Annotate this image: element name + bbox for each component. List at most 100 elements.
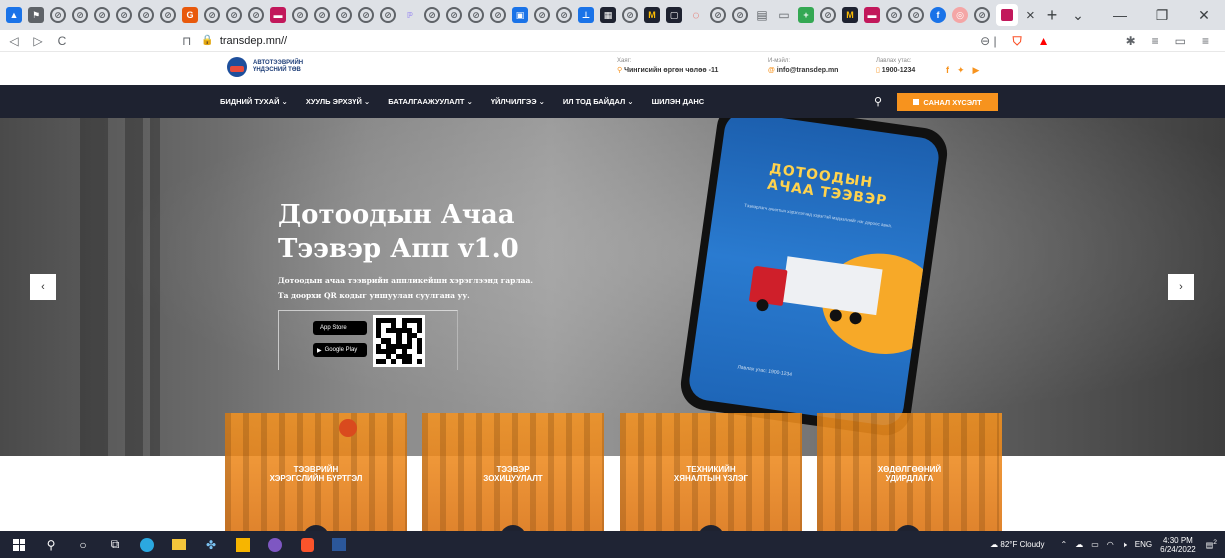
chrome-icon[interactable] [262,531,288,558]
tab-favicon[interactable]: + [798,7,814,23]
reload-icon[interactable]: C [52,34,72,48]
wallet-icon[interactable]: ▭ [1175,34,1186,48]
tab-favicon[interactable]: ⊘ [490,7,506,23]
language-indicator[interactable]: ENG [1135,540,1152,549]
tab-favicon[interactable]: ⊘ [380,7,396,23]
facebook-icon[interactable]: f [946,65,949,76]
tab-favicon[interactable]: ⊘ [908,7,924,23]
tab-favicon[interactable]: ⊘ [226,7,242,23]
file-explorer-icon[interactable] [166,531,192,558]
tab-favicon[interactable]: ⊘ [974,7,990,23]
twitter-icon[interactable]: ✦ [957,65,965,76]
tab-favicon[interactable]: ⊘ [160,7,176,23]
tab-favicon[interactable]: ⊘ [710,7,726,23]
tab-favicon[interactable]: M [644,7,660,23]
search-icon[interactable]: ⚲ [874,95,882,108]
feedback-button[interactable]: САНАЛ ХҮСЭЛТ [897,93,998,111]
tab-favicon[interactable]: ⊘ [204,7,220,23]
bookmark-icon[interactable]: ⊓ [182,34,191,48]
service-card-coordination[interactable]: ТЭЭВЭР ЗОХИЦУУЛАЛТ [422,413,604,531]
slider-prev-button[interactable]: ‹ [30,274,56,300]
tab-favicon[interactable]: M [842,7,858,23]
tab-favicon[interactable]: ⊘ [622,7,638,23]
teams-icon[interactable]: ✤ [198,531,224,558]
edge-icon[interactable] [134,531,160,558]
new-tab-button[interactable]: + [1047,5,1058,26]
close-tab-icon[interactable]: × [1026,7,1035,24]
close-window-icon[interactable]: ✕ [1183,7,1225,24]
extensions-icon[interactable]: ✱ [1126,34,1136,48]
brave-shields-icon[interactable]: ⛉ [1013,34,1022,49]
app-store-button[interactable]: App Store [313,321,367,335]
tab-search-icon[interactable]: ⌄ [1057,7,1099,24]
battery-icon[interactable]: ▭ [1091,540,1099,549]
tab-favicon[interactable]: ▬ [864,7,880,23]
tab-favicon[interactable]: ⊘ [292,7,308,23]
tab-favicon[interactable]: ⊘ [534,7,550,23]
tab-favicon[interactable]: G [182,7,198,23]
address-bar[interactable]: transdep.mn// [220,35,287,47]
tab-favicon[interactable]: ⊘ [116,7,132,23]
google-play-button[interactable]: ▶ Google Play [313,343,367,357]
nav-about[interactable]: БИДНИЙ ТУХАЙ ⌄ [220,97,288,106]
tab-favicon[interactable]: ⊘ [358,7,374,23]
tab-favicon[interactable]: ⊘ [468,7,484,23]
volume-icon[interactable]: 🕨 [1122,540,1127,550]
nav-services[interactable]: ҮЙЛЧИЛГЭЭ ⌄ [491,97,545,106]
tab-favicon[interactable]: ⊘ [732,7,748,23]
clock[interactable]: 4:30 PM 6/24/2022 [1160,536,1196,554]
tab-favicon[interactable]: ⊘ [314,7,330,23]
tab-favicon[interactable]: ▤ [754,7,770,23]
brave-rewards-icon[interactable]: ▲ [1038,34,1050,48]
tab-favicon[interactable]: ⊥ [578,7,594,23]
active-tab-favicon[interactable] [996,4,1018,26]
tab-favicon[interactable]: f [930,7,946,23]
tab-favicon[interactable]: ▢ [666,7,682,23]
search-icon[interactable]: ⚲ [38,531,64,558]
nav-glass-account[interactable]: ШИЛЭН ДАНС [652,97,705,106]
app-icon[interactable] [230,531,256,558]
onedrive-icon[interactable]: ☁ [1075,540,1083,549]
service-card-inspection[interactable]: ТЕХНИКИЙН ХЯНАЛТЫН ҮЗЛЭГ [620,413,802,531]
back-icon[interactable]: ◁ [4,34,24,48]
tab-favicon[interactable]: ℙ [402,7,418,23]
tab-favicon[interactable]: ⊘ [446,7,462,23]
weather-widget[interactable]: ☁ 82°F Cloudy [990,540,1052,549]
tab-favicon[interactable]: ⊘ [248,7,264,23]
youtube-icon[interactable]: ▶ [973,65,980,76]
task-view-icon[interactable]: ⧉ [102,531,128,558]
word-icon[interactable] [326,531,352,558]
tab-favicon[interactable]: ▦ [600,7,616,23]
service-card-traffic[interactable]: ХӨДӨЛГӨӨНИЙ УДИРДЛАГА [817,413,1002,531]
tab-favicon[interactable]: ⊘ [886,7,902,23]
maximize-icon[interactable]: ❐ [1141,7,1183,24]
site-logo[interactable]: АВТОТЭЭВРИЙН ҮНДЭСНИЙ ТӨВ [227,57,303,77]
tab-favicon[interactable]: ⊘ [50,7,66,23]
tray-overflow-icon[interactable]: ⌃ [1061,540,1068,549]
tab-favicon[interactable]: ⊘ [820,7,836,23]
nav-certification[interactable]: БАТАЛГААЖУУЛАЛТ ⌄ [388,97,473,106]
tab-favicon[interactable]: ⊘ [138,7,154,23]
minimize-icon[interactable]: — [1099,7,1141,23]
service-card-registration[interactable]: ТЭЭВРИЙН ХЭРЭГСЛИЙН БҮРТГЭЛ [225,413,407,531]
tab-favicon[interactable]: ▣ [512,7,528,23]
cortana-icon[interactable]: ○ [70,531,96,558]
tab-favicon[interactable]: ⊘ [336,7,352,23]
brave-icon[interactable] [294,531,320,558]
tab-favicon[interactable]: ⊘ [72,7,88,23]
slider-next-button[interactable]: › [1168,274,1194,300]
tab-favicon[interactable]: ◌ [688,7,704,23]
tab-favicon[interactable]: ⊘ [94,7,110,23]
notification-icon[interactable]: ▤2 [1206,539,1217,550]
zoom-icon[interactable]: ⊖ | [980,34,997,48]
drive-icon[interactable]: ▲ [6,7,22,23]
reading-list-icon[interactable]: ≡ [1152,34,1159,48]
menu-icon[interactable]: ≡ [1202,34,1209,48]
tab-favicon[interactable]: ▬ [270,7,286,23]
start-button[interactable] [6,531,32,558]
tab-favicon[interactable]: ⚑ [28,7,44,23]
forward-icon[interactable]: ▷ [28,34,48,48]
nav-transparency[interactable]: ИЛ ТОД БАЙДАЛ ⌄ [563,97,634,106]
nav-law[interactable]: ХУУЛЬ ЭРХЗҮЙ ⌄ [306,97,370,106]
tab-favicon[interactable]: ◎ [952,7,968,23]
